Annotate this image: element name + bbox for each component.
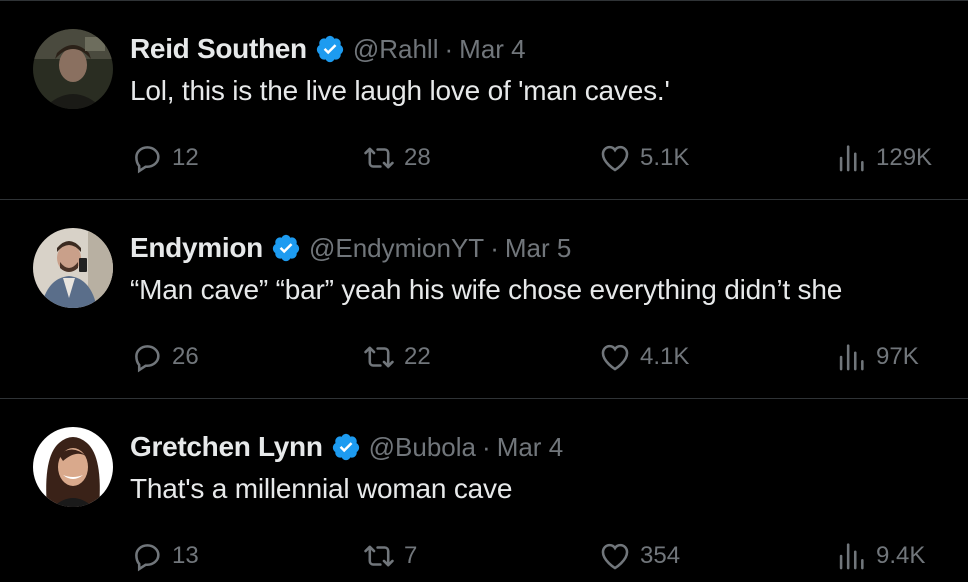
views-count: 9.4K xyxy=(876,542,926,569)
like-icon xyxy=(601,344,629,371)
reply-count: 12 xyxy=(172,144,199,171)
avatar-image xyxy=(33,29,113,109)
verified-badge-icon xyxy=(272,234,300,262)
tweet-item[interactable]: Gretchen Lynn @Bubola · Mar 4 That's a m… xyxy=(0,399,968,582)
avatar[interactable] xyxy=(33,29,113,109)
tweet-actions: 13 7 354 9.4K xyxy=(0,536,968,576)
views-icon xyxy=(839,145,864,172)
avatar-image xyxy=(33,427,113,507)
avatar[interactable] xyxy=(33,228,113,308)
views-button[interactable]: 129K xyxy=(834,138,932,178)
reply-count: 26 xyxy=(172,343,199,370)
tweet-date[interactable]: Mar 5 xyxy=(505,233,571,264)
tweet-text: “Man cave” “bar” yeah his wife chose eve… xyxy=(130,274,843,305)
reply-button[interactable]: 13 xyxy=(130,536,199,576)
like-count: 354 xyxy=(640,542,681,569)
reply-icon xyxy=(135,345,160,373)
like-count: 5.1K xyxy=(640,144,690,171)
views-icon xyxy=(839,543,864,570)
reply-button[interactable]: 26 xyxy=(130,337,199,377)
like-icon xyxy=(601,543,629,570)
tweet-text: That's a millennial woman cave xyxy=(130,473,513,504)
views-count: 129K xyxy=(876,144,933,171)
like-icon xyxy=(601,145,629,172)
tweet-item[interactable]: Reid Southen @Rahll · Mar 4 Lol, this is… xyxy=(0,1,968,200)
like-button[interactable]: 4.1K xyxy=(598,337,689,377)
author-handle[interactable]: @EndymionYT xyxy=(309,233,484,264)
author-name[interactable]: Reid Southen xyxy=(130,33,307,65)
like-count: 4.1K xyxy=(640,343,690,370)
tweet-header: Gretchen Lynn @Bubola · Mar 4 xyxy=(130,429,563,465)
tweet-text: Lol, this is the live laugh love of 'man… xyxy=(130,75,670,106)
tweet-date[interactable]: Mar 4 xyxy=(497,432,563,463)
retweet-icon xyxy=(364,147,394,169)
tweet-feed: Reid Southen @Rahll · Mar 4 Lol, this is… xyxy=(0,0,968,582)
views-icon xyxy=(839,344,864,371)
separator: · xyxy=(482,431,491,462)
retweet-button[interactable]: 22 xyxy=(362,337,431,377)
views-button[interactable]: 9.4K xyxy=(834,536,925,576)
separator: · xyxy=(490,232,499,263)
tweet-header: Reid Southen @Rahll · Mar 4 xyxy=(130,31,526,67)
like-button[interactable]: 5.1K xyxy=(598,138,689,178)
author-name[interactable]: Gretchen Lynn xyxy=(130,431,323,463)
tweet-date[interactable]: Mar 4 xyxy=(459,34,525,65)
retweet-count: 22 xyxy=(404,343,431,370)
reply-count: 13 xyxy=(172,542,199,569)
retweet-button[interactable]: 28 xyxy=(362,138,431,178)
author-name[interactable]: Endymion xyxy=(130,232,263,264)
author-handle[interactable]: @Rahll xyxy=(353,34,439,65)
tweet-header: Endymion @EndymionYT · Mar 5 xyxy=(130,230,571,266)
tweet-actions: 26 22 4.1K 97K xyxy=(0,337,968,377)
retweet-icon xyxy=(364,545,394,567)
retweet-icon xyxy=(364,346,394,368)
reply-icon xyxy=(135,544,160,572)
tweet-item[interactable]: Endymion @EndymionYT · Mar 5 “Man cave” … xyxy=(0,200,968,399)
verified-badge-icon xyxy=(332,433,359,461)
avatar[interactable] xyxy=(33,427,113,507)
separator: · xyxy=(444,33,454,64)
retweet-count: 28 xyxy=(404,144,431,171)
views-count: 97K xyxy=(876,343,919,370)
retweet-count: 7 xyxy=(404,542,418,569)
reply-button[interactable]: 12 xyxy=(130,138,199,178)
views-button[interactable]: 97K xyxy=(834,337,919,377)
verified-badge-icon xyxy=(316,35,343,63)
reply-icon xyxy=(135,146,160,174)
tweet-actions: 12 28 5.1K 129K xyxy=(0,138,968,178)
like-button[interactable]: 354 xyxy=(598,536,680,576)
avatar-image xyxy=(33,228,113,308)
retweet-button[interactable]: 7 xyxy=(362,536,417,576)
author-handle[interactable]: @Bubola xyxy=(369,432,476,463)
